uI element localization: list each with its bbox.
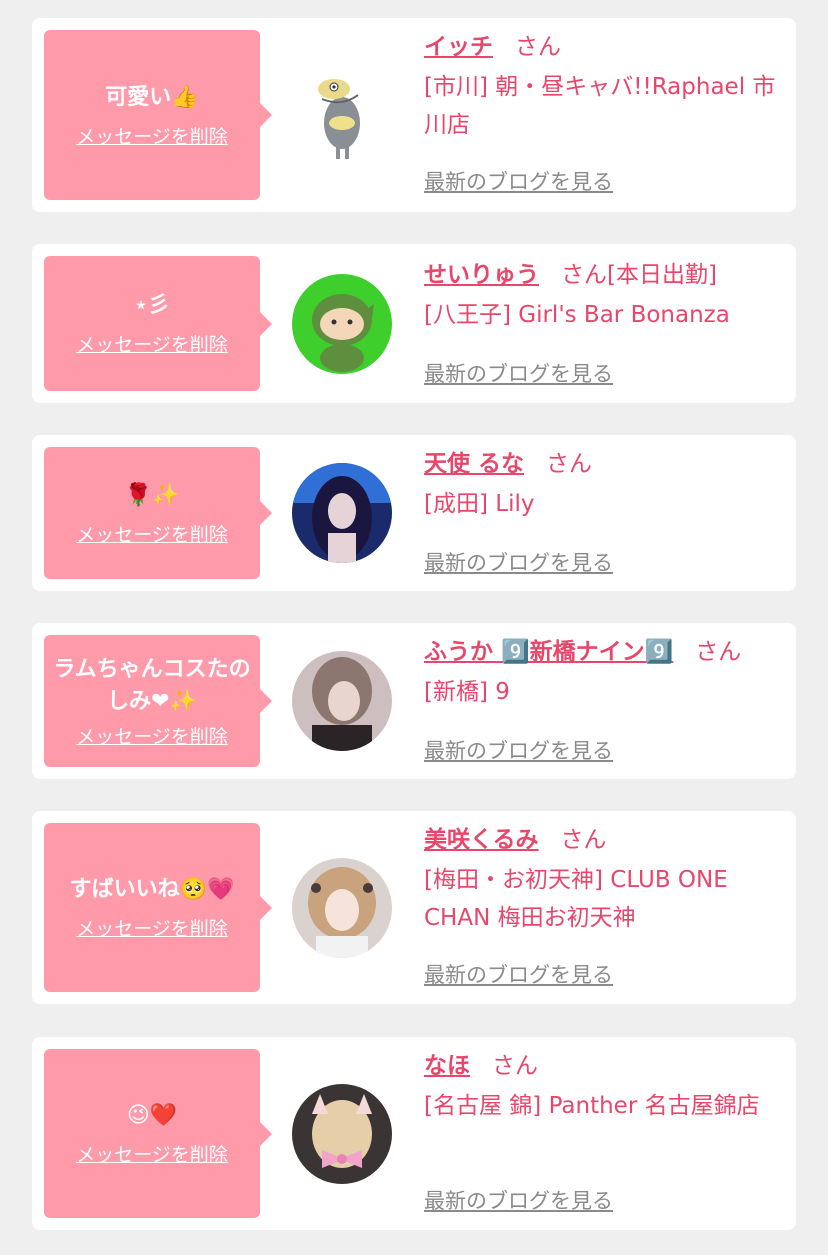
profile-photo (292, 858, 392, 958)
message-bubble: すばいいね🥺💗 メッセージを削除 (44, 823, 272, 992)
delete-message-link[interactable]: メッセージを削除 (76, 1140, 228, 1167)
delete-message-link[interactable]: メッセージを削除 (76, 520, 228, 547)
honorific: さん (695, 639, 742, 665)
message-card: すばいいね🥺💗 メッセージを削除 美咲くるみ さん [梅田・お初天神] CLUB … (32, 811, 796, 1004)
honorific: さん (561, 262, 607, 288)
avatar[interactable] (292, 1084, 392, 1184)
avatar[interactable] (292, 858, 392, 958)
message-bubble: 😉❤️ メッセージを削除 (44, 1049, 272, 1218)
friend-info: ふうか 9️⃣新橋ナイン9️⃣ さん [新橋] 9 (424, 635, 782, 711)
honorific: さん (492, 1053, 538, 1079)
message-text: 🌹✨ (124, 482, 180, 508)
green-character-icon (292, 274, 392, 374)
shop-name: [成田] Lily (424, 491, 535, 517)
profile-photo (292, 463, 392, 563)
message-text: ⋆彡 (134, 293, 170, 318)
friend-info: イッチ さん [市川] 朝・昼キャバ!!Raphael 市川店 (424, 30, 782, 144)
latest-blog-link[interactable]: 最新のブログを見る (424, 1185, 613, 1215)
avatar[interactable] (292, 65, 392, 165)
message-text: 😉❤️ (126, 1103, 178, 1128)
avatar[interactable] (292, 651, 392, 751)
message-text: 可愛い👍 (105, 84, 199, 110)
latest-blog-link[interactable]: 最新のブログを見る (424, 547, 613, 577)
message-card: 🌹✨ メッセージを削除 天使 るな さん [成田] Lily 最新のブログを見る (32, 435, 796, 591)
latest-blog-link[interactable]: 最新のブログを見る (424, 166, 613, 196)
shop-name: [梅田・お初天神] CLUB ONE CHAN 梅田お初天神 (424, 867, 728, 931)
delete-message-link[interactable]: メッセージを削除 (76, 722, 228, 749)
latest-blog-link[interactable]: 最新のブログを見る (424, 358, 613, 388)
message-card: 😉❤️ メッセージを削除 なほ さん [名古屋 錦] Panther 名古屋錦店 … (32, 1037, 796, 1230)
message-list: 可愛い👍 メッセージを削除 イッチ さん [市川] 朝・昼キャバ!!Raphael… (0, 0, 828, 1255)
shop-name: [市川] 朝・昼キャバ!!Raphael 市川店 (424, 74, 776, 138)
message-bubble: ラムちゃんコスたのしみ❤✨ メッセージを削除 (44, 635, 272, 767)
honorific: さん (560, 827, 607, 853)
latest-blog-link[interactable]: 最新のブログを見る (424, 959, 613, 989)
friend-name-link[interactable]: 天使 るな (424, 451, 524, 477)
delete-message-link[interactable]: メッセージを削除 (76, 914, 228, 941)
latest-blog-link[interactable]: 最新のブログを見る (424, 735, 613, 765)
fish-character-icon (292, 65, 392, 165)
delete-message-link[interactable]: メッセージを削除 (76, 330, 228, 357)
message-card: ⋆彡 メッセージを削除 せいりゅう さん[本日出勤] [八王子] Girl's B… (32, 244, 796, 403)
message-text: すばいいね🥺💗 (69, 877, 235, 902)
message-card: ラムちゃんコスたのしみ❤✨ メッセージを削除 ふうか 9️⃣新橋ナイン9️⃣ さん… (32, 623, 796, 779)
friend-name-link[interactable]: イッチ (424, 34, 493, 60)
friend-info: 美咲くるみ さん [梅田・お初天神] CLUB ONE CHAN 梅田お初天神 (424, 823, 782, 937)
delete-message-link[interactable]: メッセージを削除 (76, 122, 228, 149)
honorific: さん (546, 451, 593, 477)
friend-name-link[interactable]: せいりゅう (424, 262, 539, 288)
friend-info: せいりゅう さん[本日出勤] [八王子] Girl's Bar Bonanza (424, 258, 782, 334)
message-bubble: 可愛い👍 メッセージを削除 (44, 30, 272, 200)
message-bubble: 🌹✨ メッセージを削除 (44, 447, 272, 579)
shop-name: [新橋] 9 (424, 679, 510, 705)
profile-photo (292, 1084, 392, 1184)
friend-name-link[interactable]: 美咲くるみ (424, 827, 539, 853)
shop-name: [八王子] Girl's Bar Bonanza (424, 302, 730, 328)
avatar[interactable] (292, 463, 392, 563)
avatar[interactable] (292, 274, 392, 374)
message-text: ラムちゃんコスたのしみ❤✨ (53, 656, 251, 714)
friend-info: 天使 るな さん [成田] Lily (424, 447, 782, 523)
message-bubble: ⋆彡 メッセージを削除 (44, 256, 272, 391)
friend-name-link[interactable]: なほ (424, 1053, 470, 1079)
status-badge: [本日出勤] (607, 262, 717, 288)
friend-name-link[interactable]: ふうか 9️⃣新橋ナイン9️⃣ (424, 639, 673, 665)
profile-photo (292, 651, 392, 751)
friend-info: なほ さん [名古屋 錦] Panther 名古屋錦店 (424, 1049, 782, 1125)
message-card: 可愛い👍 メッセージを削除 イッチ さん [市川] 朝・昼キャバ!!Raphael… (32, 18, 796, 212)
shop-name: [名古屋 錦] Panther 名古屋錦店 (424, 1093, 760, 1119)
honorific: さん (515, 34, 561, 60)
